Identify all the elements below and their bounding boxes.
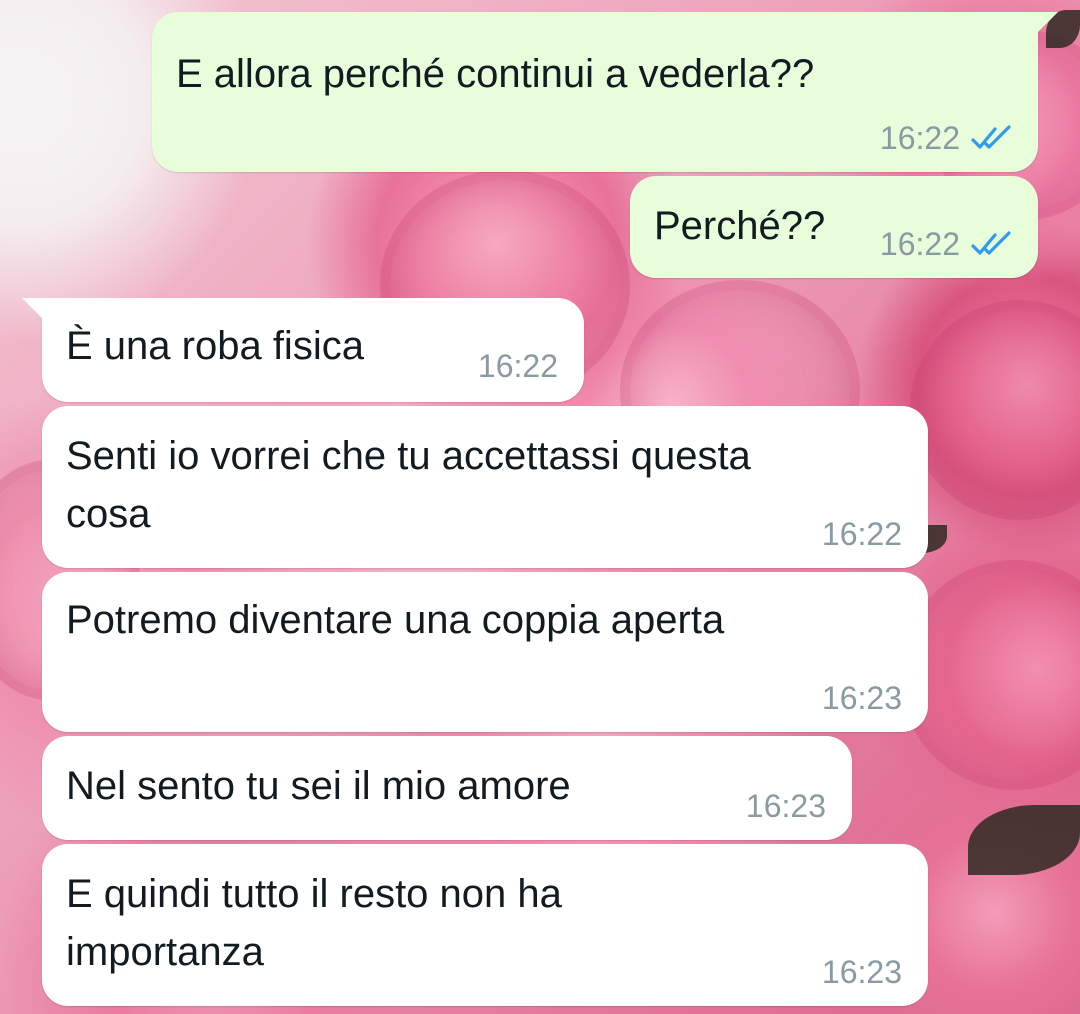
- message-bubble-outgoing[interactable]: E allora perché continui a vederla?? 16:…: [152, 12, 1058, 172]
- message-text-line: cosa: [66, 492, 151, 536]
- message-meta: 16:23: [822, 682, 902, 714]
- message-bubble-incoming[interactable]: È una roba fisica 16:22: [22, 298, 584, 402]
- double-check-icon: [970, 124, 1014, 152]
- bubble-tail: [1036, 12, 1058, 34]
- message-text-line: E quindi tutto il resto non ha: [66, 872, 562, 916]
- message-time: 16:23: [821, 680, 902, 716]
- message-meta: 16:22: [880, 228, 1014, 260]
- message-meta: 16:22: [822, 518, 902, 550]
- double-check-icon: [970, 230, 1014, 258]
- message-bubble-outgoing[interactable]: Perché?? 16:22: [630, 176, 1038, 278]
- message-time: 16:22: [879, 226, 960, 262]
- message-meta: 16:23: [746, 790, 826, 822]
- message-text-line: importanza: [66, 930, 264, 974]
- message-text-line: Senti io vorrei che tu accettassi questa: [66, 434, 751, 478]
- message-bubble-incoming[interactable]: E quindi tutto il resto non ha importanz…: [42, 844, 928, 1006]
- message-time: 16:23: [745, 788, 826, 824]
- message-text: E allora perché continui a vederla??: [176, 52, 815, 96]
- message-text: Potremo diventare una coppia aperta: [66, 598, 725, 642]
- message-text: È una roba fisica: [66, 324, 364, 368]
- message-time: 16:22: [477, 348, 558, 384]
- message-time: 16:22: [821, 516, 902, 552]
- message-meta: 16:22: [880, 122, 1014, 154]
- message-bubble-incoming[interactable]: Senti io vorrei che tu accettassi questa…: [42, 406, 928, 568]
- message-text: Nel sento tu sei il mio amore: [66, 764, 571, 808]
- message-meta: 16:23: [822, 956, 902, 988]
- message-bubble-incoming[interactable]: Potremo diventare una coppia aperta 16:2…: [42, 572, 928, 732]
- message-text: Perché??: [654, 204, 826, 248]
- message-time: 16:22: [879, 120, 960, 156]
- message-meta: 16:22: [478, 350, 558, 382]
- bubble-tail: [22, 298, 44, 320]
- message-time: 16:23: [821, 954, 902, 990]
- message-bubble-incoming[interactable]: Nel sento tu sei il mio amore 16:23: [42, 736, 852, 840]
